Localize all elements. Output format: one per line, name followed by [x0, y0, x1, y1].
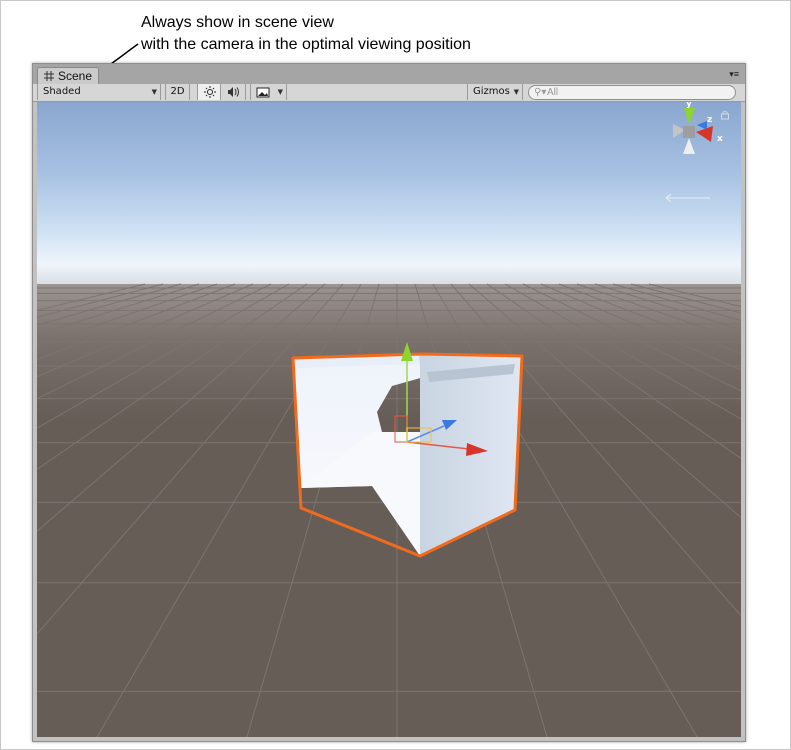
chevron-down-icon: ▼ [277, 88, 283, 96]
chevron-down-icon: ▼ [513, 88, 519, 96]
scene-window: Scene ▾≡ Shaded ▼ 2D ▼ Gizmos ▼ ⚲▾ All y… [32, 63, 746, 742]
perspective-label-icon [665, 193, 710, 203]
y-axis-cone[interactable] [684, 108, 695, 124]
tab-scene[interactable]: Scene [37, 67, 99, 85]
speaker-icon [228, 87, 239, 97]
cube-side-face [419, 354, 522, 556]
gizmos-label: Gizmos [473, 86, 510, 97]
sun-icon [204, 86, 216, 98]
search-placeholder: All [547, 87, 559, 98]
scene-toolbar: Shaded ▼ 2D ▼ Gizmos ▼ ⚲▾ All [33, 84, 745, 102]
y-arrow-cone[interactable] [401, 342, 413, 361]
axis-label-y: y [686, 102, 692, 109]
audio-toggle[interactable] [221, 84, 246, 100]
tab-label: Scene [58, 69, 93, 83]
tab-menu-icon[interactable]: ▾≡ [729, 69, 739, 80]
selected-cube[interactable] [37, 102, 741, 737]
gizmos-dropdown[interactable]: Gizmos ▼ [467, 84, 523, 100]
chevron-down-icon: ▼ [151, 88, 157, 96]
scene-viewport[interactable]: y z x [37, 102, 741, 737]
axis-label-z: z [707, 115, 712, 125]
grid-icon [44, 71, 54, 81]
draw-mode-dropdown[interactable]: Shaded ▼ [37, 84, 161, 100]
lighting-toggle[interactable] [197, 84, 221, 100]
center-cube[interactable] [683, 126, 695, 138]
toggle-2d-button[interactable]: 2D [165, 84, 190, 100]
axis-label-x: x [717, 134, 723, 144]
draw-mode-label: Shaded [43, 86, 81, 97]
tab-bar: Scene ▾≡ [33, 64, 745, 85]
search-icon: ⚲▾ [534, 87, 547, 98]
neg-y-cone[interactable] [683, 138, 695, 154]
effects-dropdown[interactable]: ▼ [250, 84, 287, 100]
search-input[interactable]: ⚲▾ All [528, 85, 736, 100]
image-icon [256, 87, 270, 98]
lock-icon[interactable] [720, 110, 730, 120]
